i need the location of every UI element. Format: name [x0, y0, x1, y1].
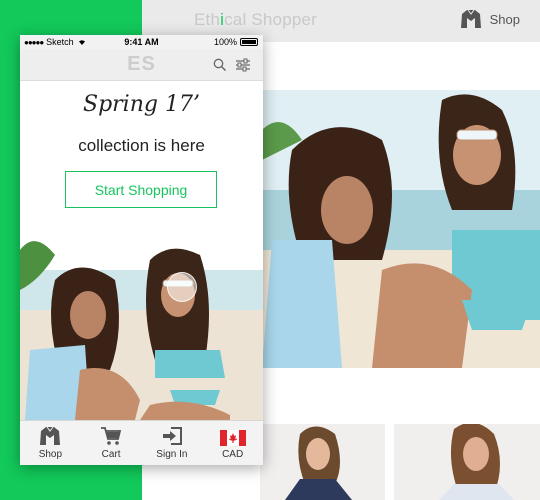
- sign-in-icon: [162, 427, 182, 445]
- product-photo: [439, 424, 514, 500]
- tab-cart[interactable]: Cart: [81, 421, 142, 465]
- hero-banner: Spring 17’ collection is here Start Shop…: [20, 82, 263, 420]
- touch-indicator: [167, 272, 197, 302]
- battery-icon: [240, 38, 258, 46]
- tab-shop[interactable]: Shop: [20, 421, 81, 465]
- tab-label: Sign In: [156, 449, 188, 460]
- status-bar: ●●●●● Sketch 9:41 AM 100%: [20, 35, 263, 49]
- filter-sliders-icon[interactable]: [235, 58, 251, 72]
- site-title[interactable]: Ethical Shopper: [194, 10, 317, 30]
- product-card[interactable]: [260, 424, 385, 500]
- jacket-icon: [40, 426, 61, 445]
- battery-percent: 100%: [213, 37, 237, 47]
- product-card[interactable]: [394, 424, 540, 500]
- hero-headline: Spring 17’: [83, 92, 200, 117]
- bottom-tab-bar: Shop Cart Sign In CAD: [20, 420, 263, 465]
- app-header: ES: [20, 49, 263, 81]
- desktop-shop-link[interactable]: Shop: [460, 9, 520, 29]
- battery-status: 100%: [214, 37, 258, 47]
- cart-icon: [101, 427, 122, 445]
- hero-subline: collection is here: [78, 136, 205, 155]
- desktop-shop-label: Shop: [489, 11, 520, 27]
- jacket-icon: [460, 9, 481, 28]
- start-shopping-button[interactable]: Start Shopping: [65, 171, 217, 208]
- product-photo: [285, 426, 352, 500]
- search-icon[interactable]: [213, 58, 227, 72]
- beach-photo: [20, 200, 263, 420]
- tab-label: Shop: [38, 449, 63, 460]
- tab-label: CAD: [222, 449, 244, 460]
- tab-currency[interactable]: CAD: [202, 421, 263, 465]
- desktop-hero-image[interactable]: [262, 90, 540, 368]
- phone-mockup: ●●●●● Sketch 9:41 AM 100% ES Spring 17’ …: [20, 35, 263, 465]
- tab-label: Cart: [101, 449, 121, 460]
- canada-flag-icon: [219, 430, 246, 446]
- tab-sign-in[interactable]: Sign In: [142, 421, 203, 465]
- beach-photo: [262, 90, 540, 368]
